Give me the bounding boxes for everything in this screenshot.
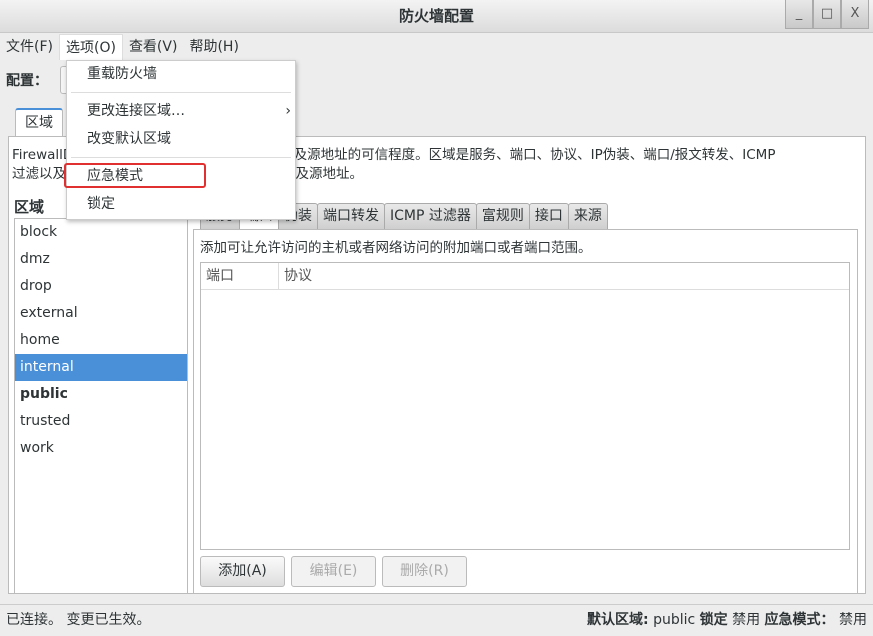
- menu-item-change-default-zone[interactable]: 改变默认区域: [87, 126, 171, 152]
- zone-item[interactable]: work: [15, 435, 187, 462]
- ports-table[interactable]: 端口 协议: [200, 262, 850, 550]
- lock-value: 禁用: [732, 612, 761, 628]
- zone-item[interactable]: internal: [15, 354, 187, 381]
- maximize-button[interactable]: □: [813, 0, 841, 29]
- default-zone-label: 默认区域:: [587, 612, 649, 628]
- menu-options[interactable]: 选项(O): [58, 34, 123, 60]
- zone-item[interactable]: home: [15, 327, 187, 354]
- menu-separator: [71, 92, 291, 93]
- tab-rich-rules[interactable]: 富规则: [475, 203, 530, 230]
- connection-status: 已连接。 变更已生效。: [6, 612, 151, 628]
- zone-item[interactable]: trusted: [15, 408, 187, 435]
- config-label: 配置：: [6, 73, 48, 89]
- zone-item[interactable]: block: [15, 219, 187, 246]
- tab-interfaces[interactable]: 接口: [528, 203, 569, 230]
- menu-item-lockdown[interactable]: 锁定: [87, 191, 115, 217]
- options-menu: 重载防火墙 更改连接区域… › 改变默认区域 应急模式 锁定: [66, 60, 296, 220]
- minimize-button[interactable]: _: [785, 0, 813, 29]
- menu-help[interactable]: 帮助(H): [183, 34, 244, 60]
- zone-item[interactable]: public: [15, 381, 187, 408]
- highlight-box: [64, 163, 206, 188]
- zone-item[interactable]: external: [15, 300, 187, 327]
- ports-hint: 添加可让允许访问的主机或者网络访问的附加端口或者端口范围。: [200, 240, 592, 256]
- tab-zones[interactable]: 区域: [15, 108, 63, 137]
- panic-value: 禁用: [839, 612, 867, 628]
- title-bar: 防火墙配置: [0, 0, 873, 33]
- status-bar: 已连接。 变更已生效。 默认区域: public 锁定 禁用 应急模式： 禁用: [0, 604, 873, 635]
- menu-item-change-zone[interactable]: 更改连接区域…: [87, 98, 185, 124]
- zone-item[interactable]: drop: [15, 273, 187, 300]
- menu-separator: [71, 157, 291, 158]
- close-button[interactable]: X: [841, 0, 869, 29]
- default-zone-value: public: [653, 612, 696, 628]
- column-port[interactable]: 端口: [201, 263, 279, 289]
- add-button[interactable]: 添加(A): [200, 556, 285, 587]
- tab-icmp-filter[interactable]: ICMP 过滤器: [384, 203, 477, 230]
- lock-label: 锁定: [699, 612, 728, 628]
- menu-bar: 文件(F) 选项(O) 查看(V) 帮助(H): [0, 34, 245, 60]
- zone-list: block dmz drop external home internal pu…: [14, 218, 188, 594]
- panic-label: 应急模式：: [764, 612, 835, 628]
- menu-view[interactable]: 查看(V): [123, 34, 184, 60]
- zones-heading: 区域: [14, 198, 45, 216]
- zone-item[interactable]: dmz: [15, 246, 187, 273]
- edit-button[interactable]: 编辑(E): [291, 556, 376, 587]
- column-protocol[interactable]: 协议: [279, 263, 317, 289]
- remove-button[interactable]: 删除(R): [382, 556, 467, 587]
- menu-file[interactable]: 文件(F): [0, 34, 59, 60]
- submenu-arrow-icon: ›: [285, 103, 291, 119]
- tab-port-forward[interactable]: 端口转发: [317, 203, 385, 230]
- tab-sources[interactable]: 来源: [567, 203, 608, 230]
- window-title: 防火墙配置: [398, 7, 474, 25]
- menu-item-reload[interactable]: 重载防火墙: [87, 61, 157, 87]
